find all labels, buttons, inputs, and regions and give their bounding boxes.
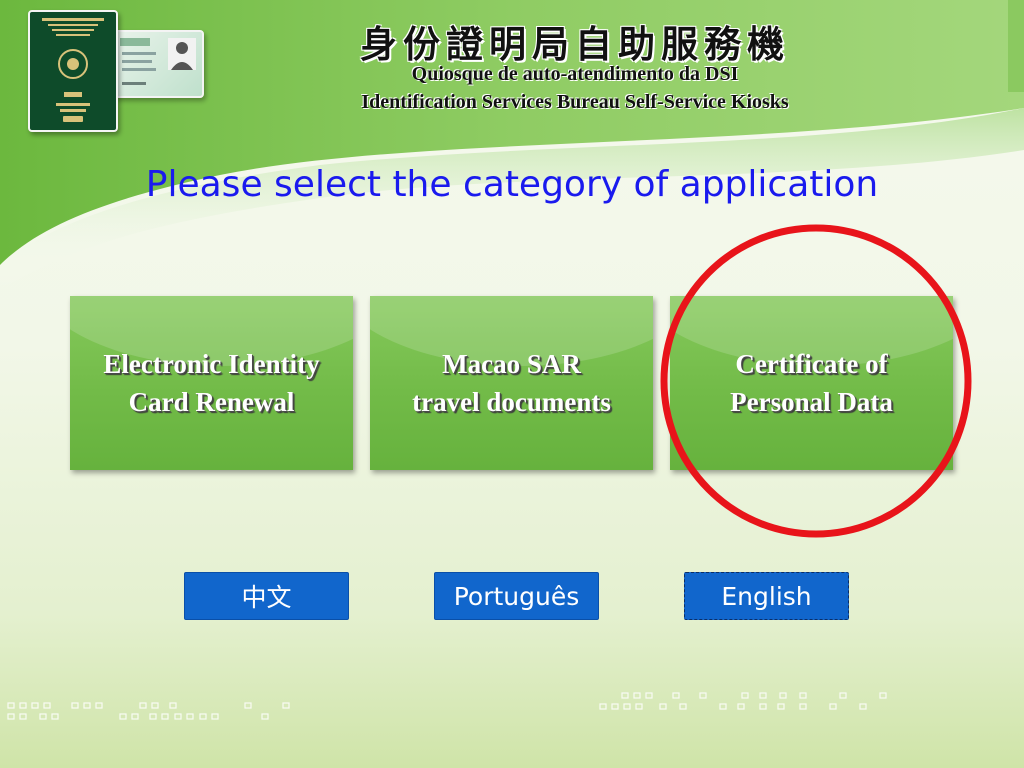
- page-prompt: Please select the category of applicatio…: [145, 164, 879, 205]
- tile-label-line: Certificate of: [735, 349, 888, 379]
- tile-label-line: Card Renewal: [128, 387, 295, 417]
- tile-label-line: Electronic Identity: [103, 349, 320, 379]
- tile-label-line: Macao SAR: [442, 349, 581, 379]
- header: 身份證明局自助服務機 Quiosque de auto-atendimento …: [0, 0, 1024, 130]
- tile-label-line: travel documents: [412, 387, 611, 417]
- kiosk-title-chinese: 身份證明局自助服務機: [360, 22, 790, 66]
- electronic-identity-card-renewal-button[interactable]: Electronic Identity Card Renewal: [70, 296, 353, 470]
- language-english-button[interactable]: English: [684, 572, 849, 620]
- tile-label-line: Personal Data: [730, 387, 893, 417]
- passport-image: [28, 10, 118, 132]
- language-portuguese-button[interactable]: Português: [434, 572, 599, 620]
- kiosk-title-portuguese: Quiosque de auto-atendimento da DSI: [411, 63, 739, 85]
- kiosk-title-english: Identification Services Bureau Self-Serv…: [361, 91, 789, 113]
- language-chinese-button[interactable]: 中文: [184, 572, 349, 620]
- macao-sar-travel-documents-button[interactable]: Macao SAR travel documents: [370, 296, 653, 470]
- certificate-of-personal-data-button[interactable]: Certificate of Personal Data: [670, 296, 953, 470]
